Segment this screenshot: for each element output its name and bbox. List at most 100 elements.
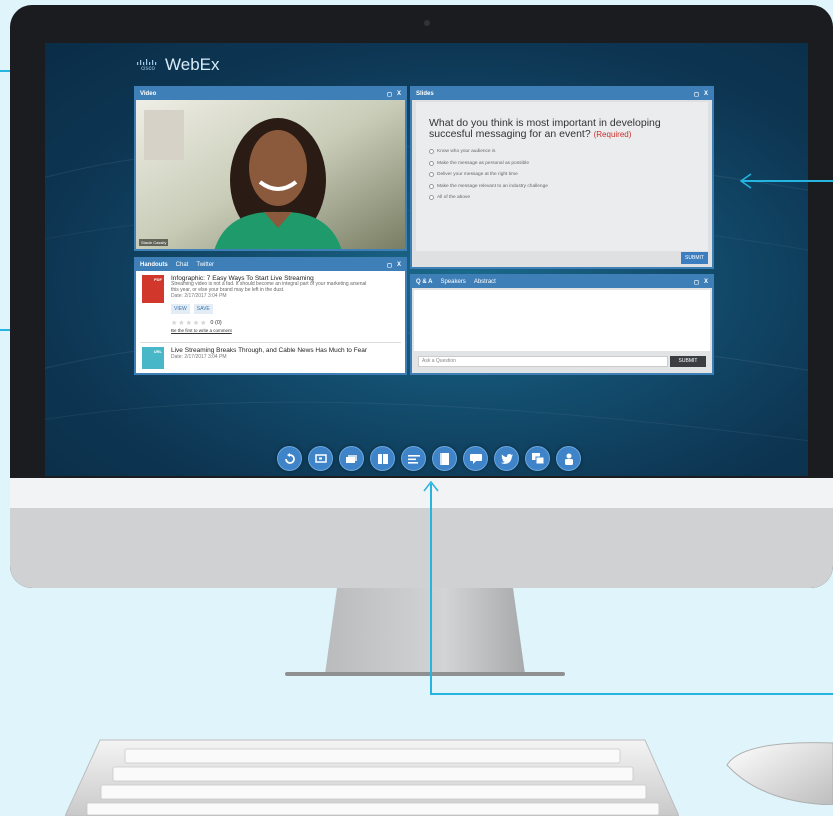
handout-actions: VIEW SAVE [171, 304, 371, 315]
close-icon[interactable]: X [704, 279, 708, 286]
restore-icon[interactable]: ◻ [387, 91, 392, 98]
callout-arrow-right [741, 180, 833, 182]
handouts-icon[interactable] [370, 446, 395, 471]
agenda-icon[interactable] [401, 446, 426, 471]
star-icon[interactable]: ★ [200, 319, 206, 327]
star-icon[interactable]: ★ [171, 319, 177, 327]
webex-logo: cisco WebEx [137, 55, 220, 75]
tab-speakers[interactable]: Speakers [440, 279, 465, 285]
poll-option-label: Know who your audience is [437, 149, 496, 155]
star-icon[interactable]: ★ [178, 319, 184, 327]
handout-date: Date: 2/17/2017 3:04 PM [171, 354, 227, 360]
callout-line-horizontal [430, 693, 833, 695]
slides-panel: Slides ◻ X What do you think is most impo… [410, 86, 714, 269]
qa-icon[interactable] [525, 446, 550, 471]
close-icon[interactable]: X [704, 91, 708, 98]
product-name: WebEx [165, 55, 220, 74]
qa-submit-button[interactable]: SUBMIT [670, 355, 706, 367]
video-panel: Video ◻ X Stacie Cassity [134, 86, 407, 251]
poll-option[interactable]: Know who your audience is [429, 146, 708, 158]
star-icon[interactable]: ★ [193, 319, 199, 327]
tab-handouts[interactable]: Handouts [140, 262, 168, 268]
qa-panel-header: Q & A Speakers Abstract ◻ X [412, 276, 712, 288]
handout-item[interactable]: URL Live Streaming Breaks Through, and C… [142, 347, 399, 369]
star-icon[interactable]: ★ [186, 319, 192, 327]
handout-title[interactable]: Live Streaming Breaks Through, and Cable… [171, 347, 367, 354]
qa-input-bar: Ask a Question SUBMIT [414, 351, 710, 371]
pdf-icon: PDF [142, 275, 164, 303]
poll-option-label: Deliver your message at the right time [437, 172, 518, 178]
callout-line-vertical [430, 484, 432, 694]
tab-qa[interactable]: Q & A [416, 279, 432, 285]
cisco-bars-icon [137, 58, 157, 65]
handouts-panel: Handouts Chat Twitter ◻ X PDF Infographic… [134, 257, 407, 375]
handout-divider [140, 342, 401, 343]
poll-option[interactable]: Make the message relevant to an industry… [429, 181, 708, 193]
handout-item[interactable]: PDF Infographic: 7 Easy Ways To Start Li… [142, 275, 399, 333]
rating-count: 0 (0) [210, 320, 222, 327]
twitter-icon[interactable] [494, 446, 519, 471]
poll-option-label: Make the message as personal as possible [437, 160, 529, 166]
restore-icon[interactable]: ◻ [694, 279, 699, 286]
app-dock [277, 446, 581, 471]
rating-stars[interactable]: ★ ★ ★ ★ ★ 0 (0) [171, 319, 371, 327]
survey-icon[interactable] [556, 446, 581, 471]
close-icon[interactable]: X [397, 91, 401, 98]
monitor-stand [325, 588, 525, 674]
ask-question-input[interactable]: Ask a Question [418, 355, 668, 367]
camera-icon [424, 20, 430, 26]
poll-area: What do you think is most important in d… [416, 102, 708, 263]
poll-option[interactable]: Deliver your message at the right time [429, 169, 708, 181]
arrow-head-icon [739, 173, 752, 189]
keyboard-image [65, 739, 679, 816]
radio-icon[interactable] [429, 183, 434, 189]
view-button[interactable]: VIEW [171, 304, 190, 315]
chat-icon[interactable] [463, 446, 488, 471]
screen-icon[interactable] [308, 446, 333, 471]
poll-option[interactable]: Make the message as personal as possible [429, 158, 708, 170]
poll-option[interactable]: All of the above [429, 192, 708, 204]
refresh-icon[interactable] [277, 446, 302, 471]
url-icon: URL [142, 347, 164, 369]
monitor-chin [10, 506, 833, 588]
poll-question: What do you think is most important in d… [429, 118, 701, 140]
radio-icon[interactable] [429, 195, 434, 201]
video-panel-title: Video [140, 91, 157, 97]
close-icon[interactable]: X [397, 262, 401, 269]
handouts-panel-header: Handouts Chat Twitter ◻ X [136, 259, 405, 271]
poll-option-label: Make the message relevant to an industry… [437, 183, 548, 189]
handout-details: Live Streaming Breaks Through, and Cable… [171, 347, 367, 369]
tab-twitter[interactable]: Twitter [196, 262, 214, 268]
document-icon[interactable] [432, 446, 457, 471]
restore-icon[interactable]: ◻ [387, 262, 392, 269]
stand-base [285, 672, 565, 676]
handout-description: Streaming video is not a fad. It should … [171, 281, 367, 293]
slides-icon[interactable] [339, 446, 364, 471]
save-button[interactable]: SAVE [193, 304, 213, 315]
cisco-wordmark: cisco [141, 65, 155, 72]
tab-chat[interactable]: Chat [176, 262, 189, 268]
video-feed[interactable]: Stacie Cassity [136, 100, 405, 249]
handout-details: Infographic: 7 Easy Ways To Start Live S… [171, 275, 371, 333]
slides-panel-title: Slides [416, 91, 434, 97]
required-label: (Required) [593, 130, 632, 139]
webex-screen: cisco WebEx Video ◻ X Stacie Cassity Sli… [45, 43, 808, 476]
poll-option-label: All of the above [437, 195, 471, 201]
poll-submit-button[interactable]: SUBMIT [681, 252, 708, 264]
poll-options: Know who your audience is Make the messa… [429, 146, 708, 204]
cisco-logo: cisco [137, 58, 159, 72]
tab-abstract[interactable]: Abstract [474, 279, 496, 285]
slides-panel-header: Slides ◻ X [412, 88, 712, 100]
presenter-name-tag: Stacie Cassity [139, 239, 169, 246]
restore-icon[interactable]: ◻ [694, 91, 699, 98]
mouse-image [726, 742, 833, 805]
qa-messages: Ask a Question SUBMIT [414, 290, 710, 371]
handout-date: Date: 2/17/2017 3:04 PM [171, 293, 227, 300]
radio-icon[interactable] [429, 160, 434, 166]
radio-icon[interactable] [429, 172, 434, 178]
poll-footer: SUBMIT [412, 251, 712, 267]
qa-panel: Q & A Speakers Abstract ◻ X Ask a Questio… [410, 274, 714, 375]
write-comment-link[interactable]: Be the first to write a comment [171, 328, 371, 333]
video-panel-header: Video ◻ X [136, 88, 405, 100]
radio-icon[interactable] [429, 149, 434, 155]
